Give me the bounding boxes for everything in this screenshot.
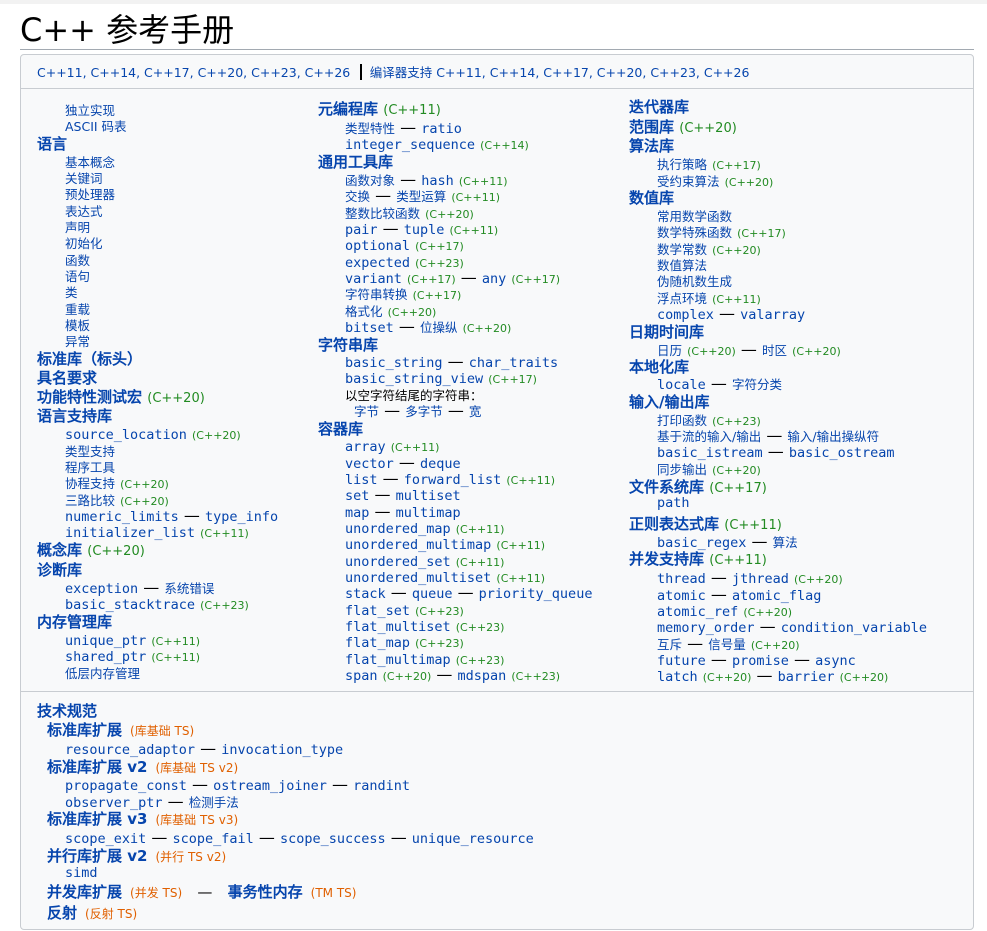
link-type-operations[interactable]: 类型运算 <box>396 189 446 204</box>
link-valarray[interactable]: valarray <box>740 307 805 323</box>
heading-metaprogramming: 元编程库 (C++11) <box>318 100 441 118</box>
heading-stdlib[interactable]: 标准库（标头） <box>37 348 142 369</box>
null-terminated-links: 字节 — 多字节 — 宽 <box>354 401 482 420</box>
link-mdspan[interactable]: mdspan <box>458 668 507 684</box>
heading-tech-specs[interactable]: 技术规范 <box>37 700 97 721</box>
version-separator <box>360 64 362 80</box>
heading-feature-macros: 功能特性测试宏 (C++20) <box>37 388 205 406</box>
link-byte-strings[interactable]: 字节 <box>354 404 379 419</box>
link-priority-queue[interactable]: priority_queue <box>479 586 593 602</box>
top-strip <box>0 0 987 4</box>
link-randint[interactable]: randint <box>353 778 410 794</box>
heading-algorithms[interactable]: 算法库 <box>629 135 674 156</box>
heading-concepts: 概念库 (C++20) <box>37 541 145 559</box>
link-constrained-algorithms: 受约束算法 (C++20) <box>657 174 774 189</box>
heading-language[interactable]: 语言 <box>37 133 67 154</box>
divider-top <box>21 88 973 89</box>
link-bit-manipulation[interactable]: 位操纵 <box>420 320 458 335</box>
link-invocation-type[interactable]: invocation_type <box>221 742 343 758</box>
version-tag: (C++20) <box>147 391 205 406</box>
page-title: C++ 参考手册 <box>20 11 235 49</box>
link-wide-strings[interactable]: 宽 <box>469 404 482 419</box>
link-simd[interactable]: simd <box>65 865 98 881</box>
link-regex-algorithms[interactable]: 算法 <box>773 535 798 550</box>
heading-transactional-memory[interactable]: 事务性内存 <box>228 883 303 901</box>
title-underline <box>20 49 974 50</box>
heading-lib-fundamentals: 标准库扩展 (库基础 TS) <box>47 721 195 739</box>
link-barrier[interactable]: barrier <box>778 669 835 685</box>
link-scope-success[interactable]: scope_success <box>280 831 386 847</box>
divider-tech-specs <box>21 691 973 692</box>
link-latch: latch (C++20) — barrier (C++20) <box>657 666 889 685</box>
link-char-classification[interactable]: 字符分类 <box>732 377 782 392</box>
heading-filesystem: 文件系统库 (C++17) <box>629 478 767 496</box>
heading-datetime[interactable]: 日期时间库 <box>629 321 704 342</box>
link-timezone[interactable]: 时区 <box>762 343 787 358</box>
version-bar: C++11, C++14, C++17, C++20, C++23, C++26… <box>37 62 749 81</box>
link-path[interactable]: path <box>657 495 690 511</box>
heading-regex: 正则表达式库 (C++11) <box>629 515 782 533</box>
heading-concurrency: 并发支持库 (C++11) <box>629 550 767 568</box>
link-unique-resource[interactable]: unique_resource <box>412 831 534 847</box>
link-any[interactable]: any <box>482 271 506 287</box>
reference-panel: C++11, C++14, C++17, C++20, C++23, C++26… <box>20 54 974 930</box>
link-condition-variable[interactable]: condition_variable <box>781 620 927 636</box>
heading-parallelism-v2: 并行库扩展 v2 (并行 TS v2) <box>47 847 227 865</box>
heading-named-requirements[interactable]: 具名要求 <box>37 367 97 388</box>
heading-lib-fundamentals-v3: 标准库扩展 v3 (库基础 TS v3) <box>47 810 239 828</box>
heading-reflection: 反射 (反射 TS) <box>47 904 138 922</box>
heading-iterators[interactable]: 迭代器库 <box>629 96 689 117</box>
heading-diagnostics[interactable]: 诊断库 <box>37 559 82 580</box>
heading-utilities[interactable]: 通用工具库 <box>318 151 393 172</box>
link-span: span (C++20) — mdspan (C++23) <box>345 665 561 684</box>
standard-versions-links[interactable]: C++11, C++14, C++17, C++20, C++23, C++26 <box>37 65 350 80</box>
heading-io[interactable]: 输入/输出库 <box>629 391 709 412</box>
heading-numerics[interactable]: 数值库 <box>629 187 674 208</box>
heading-lib-fundamentals-v2: 标准库扩展 v2 (库基础 TS v2) <box>47 758 239 776</box>
link-multibyte-strings[interactable]: 多字节 <box>405 404 443 419</box>
heading-language-support[interactable]: 语言支持库 <box>37 405 112 426</box>
link-basic-ostream[interactable]: basic_ostream <box>789 445 895 461</box>
heading-memory[interactable]: 内存管理库 <box>37 611 112 632</box>
compiler-support-link[interactable]: 编译器支持 C++11, C++14, C++17, C++20, C++23,… <box>370 65 750 80</box>
heading-concurrency-ts: 并发库扩展 (并发 TS) — 事务性内存 (TM TS) <box>47 883 357 901</box>
heading-ranges: 范围库 (C++20) <box>629 118 737 136</box>
link-low-level-memory[interactable]: 低层内存管理 <box>65 663 140 682</box>
link-ascii[interactable]: ASCII 码表 <box>65 116 127 135</box>
